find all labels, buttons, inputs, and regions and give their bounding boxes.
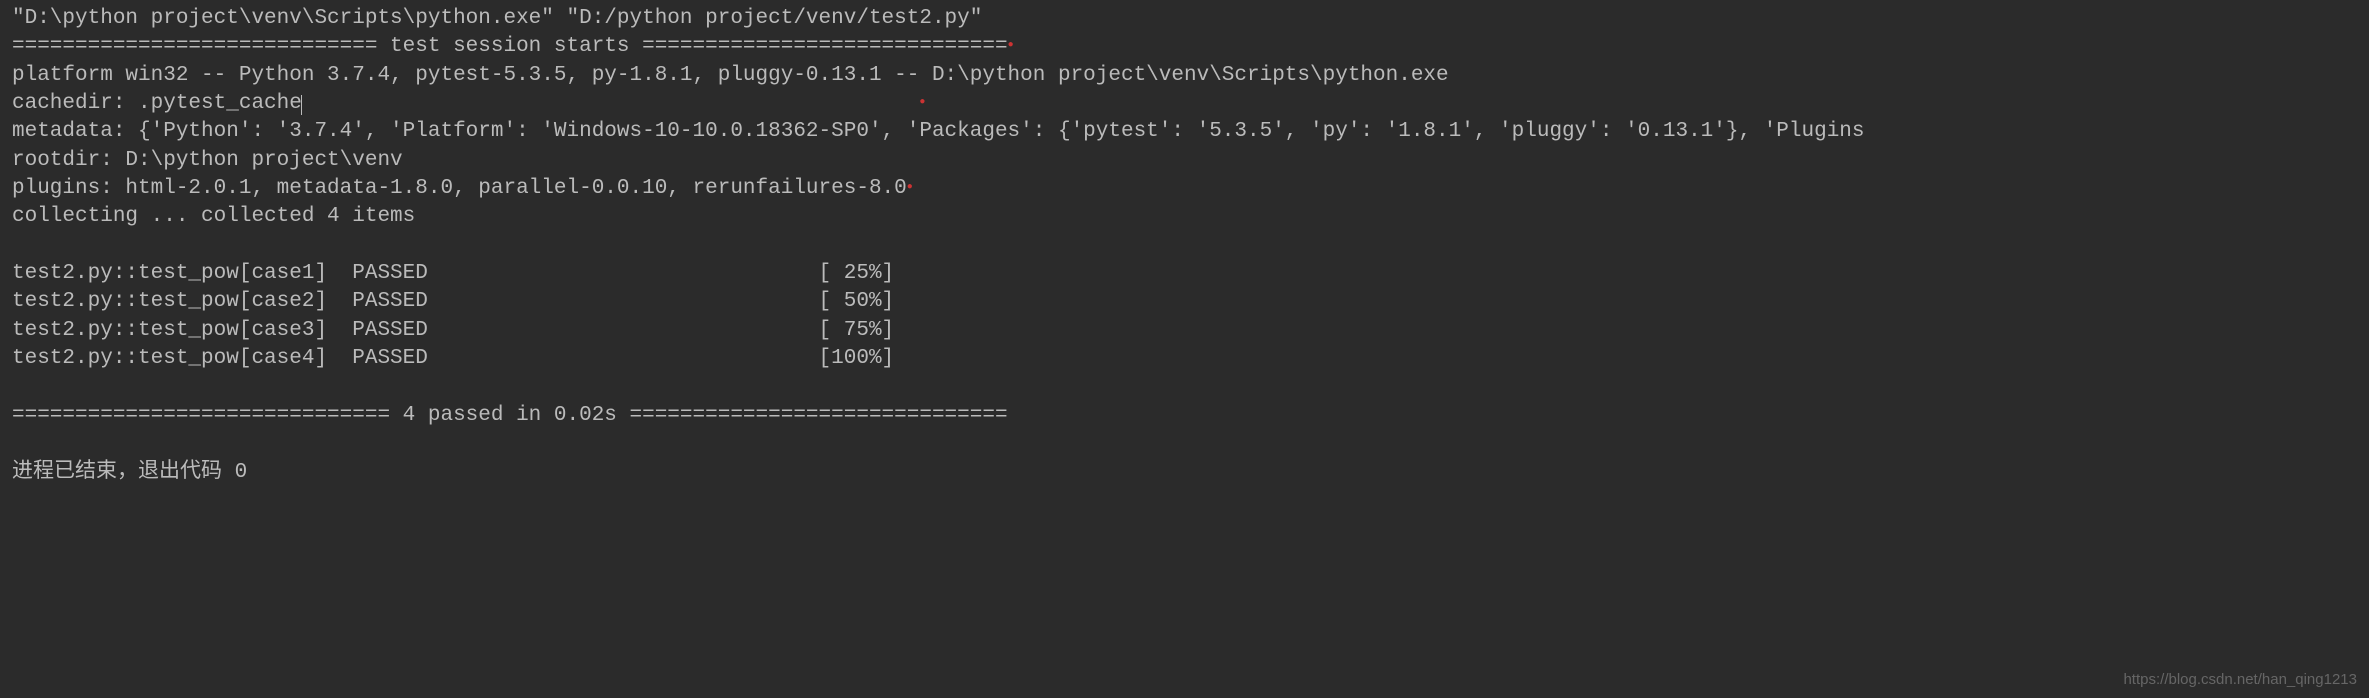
red-dot-marker: ● [919,96,925,110]
blank-line [12,430,2357,458]
summary-line: ============================== 4 passed … [12,402,2357,430]
collecting-info: collecting ... collected 4 items [12,203,2357,231]
exit-line: 进程已结束，退出代码 0 [12,459,2357,487]
session-header-text: ============================= test sessi… [12,35,1008,58]
plugins-info: plugins: html-2.0.1, metadata-1.8.0, par… [12,175,2357,203]
watermark: https://blog.csdn.net/han_qing1213 [2123,670,2357,690]
red-dot-marker: ● [1008,39,1014,53]
blank-line [12,373,2357,401]
blank-line [12,232,2357,260]
test-results-block: test2.py::test_pow[case1] PASSED [ 25%]t… [12,260,2357,373]
rootdir-info: rootdir: D:\python project\venv [12,147,2357,175]
terminal-output[interactable]: "D:\python project\venv\Scripts\python.e… [12,5,2357,487]
test-result-row: test2.py::test_pow[case4] PASSED [100%] [12,345,2357,373]
plugins-text: plugins: html-2.0.1, metadata-1.8.0, par… [12,177,907,200]
text-cursor [301,95,302,115]
command-line: "D:\python project\venv\Scripts\python.e… [12,5,2357,33]
cachedir-info: cachedir: .pytest_cache ● [12,90,2357,118]
red-dot-marker: ● [907,181,913,195]
cachedir-text: cachedir: .pytest_cache [12,92,302,115]
test-result-row: test2.py::test_pow[case2] PASSED [ 50%] [12,288,2357,316]
session-header: ============================= test sessi… [12,33,2357,61]
test-result-row: test2.py::test_pow[case1] PASSED [ 25%] [12,260,2357,288]
metadata-info: metadata: {'Python': '3.7.4', 'Platform'… [12,118,2357,146]
platform-info: platform win32 -- Python 3.7.4, pytest-5… [12,62,2357,90]
test-result-row: test2.py::test_pow[case3] PASSED [ 75%] [12,317,2357,345]
